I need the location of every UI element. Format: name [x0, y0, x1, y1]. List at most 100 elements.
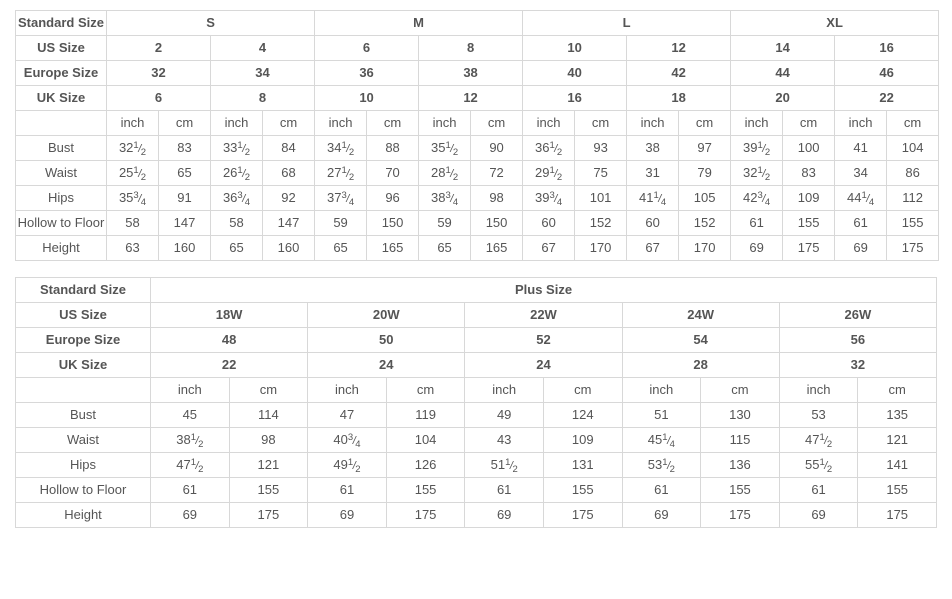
fraction: 1/2 [347, 456, 361, 475]
standard-size-table: Standard Size S M L XL US Size 2 4 6 8 10 12 14… [15, 10, 940, 261]
unit-cell-inch-10: inch [626, 110, 680, 136]
plus-measurement-value-bust-1: 114 [228, 402, 309, 428]
measurement-value-bust-5: 88 [366, 135, 420, 161]
us-size-cell-7: 16 [834, 35, 940, 61]
plus-unit-cell-cm-7: cm [700, 377, 780, 403]
measurement-value-hips-7: 98 [470, 185, 524, 211]
us-size-cell-2: 6 [314, 35, 420, 61]
measurement-value-hollow-to-floor-15: 155 [886, 210, 940, 236]
measurement-value-bust-15: 104 [886, 135, 940, 161]
plus-measurement-value-hips-7: 136 [700, 452, 780, 478]
fraction: 1/2 [341, 164, 355, 183]
measurement-value-bust-8: 361/2 [522, 135, 576, 161]
plus-measurement-row-bust: Bust 45 114 47 119 49 124 51 130 53 135 [15, 402, 938, 428]
fraction: 1/2 [505, 456, 518, 475]
plus-measurement-value-hollow-to-floor-2: 61 [307, 477, 387, 503]
europe-size-cell-4: 40 [522, 60, 628, 86]
plus-europe-size-cell-4: 56 [778, 327, 938, 353]
plus-measurement-value-hollow-to-floor-3: 155 [385, 477, 466, 503]
uk-size-row: UK Size 6 8 10 12 16 18 20 22 [15, 85, 940, 111]
measurement-value-hollow-to-floor-12: 61 [730, 210, 784, 236]
fraction: 1/4 [653, 189, 667, 208]
measurement-row-height: Height 63 160 65 160 65 165 65 165 67 170 67 170 69 17… [15, 235, 940, 261]
plus-uk-size-cell-3: 28 [621, 352, 780, 378]
measurement-row-bust: Bust 321/2 83 331/2 84 341/2 88 351/2 90 361/2 93 3… [15, 135, 940, 161]
measurement-value-hollow-to-floor-2: 58 [210, 210, 263, 236]
row-header-us-size: US Size [15, 35, 107, 61]
us-size-cell-3: 8 [418, 35, 524, 61]
measurement-value-hips-11: 105 [678, 185, 732, 211]
plus-unit-cell-inch-0: inch [150, 377, 230, 403]
measurement-value-waist-14: 34 [834, 160, 888, 186]
fraction: 1/2 [341, 139, 355, 158]
measurement-value-height-11: 170 [678, 235, 732, 261]
plus-us-size-cell-2: 22W [464, 302, 623, 328]
plus-measurement-value-hips-8: 551/2 [778, 452, 859, 478]
uk-size-cell-2: 10 [314, 85, 420, 111]
europe-size-cell-3: 38 [418, 60, 524, 86]
plus-uk-size-cell-4: 32 [778, 352, 938, 378]
measurement-value-waist-1: 65 [158, 160, 211, 186]
plus-measurement-value-hollow-to-floor-9: 155 [857, 477, 938, 503]
plus-row-header-standard-size: Standard Size [15, 277, 151, 303]
fraction: 1/2 [445, 164, 459, 183]
us-size-cell-0: 2 [106, 35, 211, 61]
measurement-value-hollow-to-floor-7: 150 [470, 210, 524, 236]
us-size-cell-5: 12 [626, 35, 732, 61]
measurement-value-hollow-to-floor-11: 152 [678, 210, 732, 236]
plus-europe-size-cell-3: 54 [621, 327, 780, 353]
plus-measurement-value-waist-6: 451/4 [621, 427, 702, 453]
plus-measurement-value-height-0: 69 [150, 502, 230, 528]
plus-unit-row-blank [15, 377, 151, 403]
row-header-plus-europe-size: Europe Size [15, 327, 151, 353]
measurement-value-bust-13: 100 [782, 135, 836, 161]
measurement-label-waist: Waist [15, 160, 107, 186]
plus-unit-cell-inch-4: inch [464, 377, 544, 403]
measurement-value-height-15: 175 [886, 235, 940, 261]
measurement-value-waist-2: 261/2 [210, 160, 263, 186]
plus-measurement-value-hips-0: 471/2 [150, 452, 230, 478]
fraction: 1/4 [861, 189, 875, 208]
measurement-value-bust-9: 93 [574, 135, 628, 161]
measurement-value-height-3: 160 [261, 235, 316, 261]
plus-measurement-value-hollow-to-floor-0: 61 [150, 477, 230, 503]
plus-measurement-value-height-3: 175 [385, 502, 466, 528]
unit-cell-inch-0: inch [106, 110, 159, 136]
measurement-label-hips: Hips [15, 185, 107, 211]
plus-measurement-value-bust-4: 49 [464, 402, 544, 428]
plus-measurement-value-bust-0: 45 [150, 402, 230, 428]
uk-size-cell-0: 6 [106, 85, 211, 111]
measurement-value-waist-5: 70 [366, 160, 420, 186]
measurement-value-hollow-to-floor-3: 147 [261, 210, 316, 236]
measurement-value-height-7: 165 [470, 235, 524, 261]
measurement-value-bust-14: 41 [834, 135, 888, 161]
plus-measurement-value-waist-8: 471/2 [778, 427, 859, 453]
unit-cell-cm-11: cm [678, 110, 732, 136]
measurement-value-bust-1: 83 [158, 135, 211, 161]
plus-measurement-value-hollow-to-floor-8: 61 [778, 477, 859, 503]
measurement-value-hollow-to-floor-10: 60 [626, 210, 680, 236]
plus-uk-size-cell-2: 24 [464, 352, 623, 378]
measurement-value-bust-0: 321/2 [106, 135, 159, 161]
plus-us-size-row: US Size 18W 20W 22W 24W 26W [15, 302, 938, 328]
unit-cell-inch-4: inch [314, 110, 368, 136]
europe-size-row: Europe Size 32 34 36 38 40 42 44 46 [15, 60, 940, 86]
plus-measurement-value-bust-2: 47 [307, 402, 387, 428]
fraction: 3/4 [341, 189, 355, 208]
plus-measurement-value-waist-0: 381/2 [150, 427, 230, 453]
europe-size-cell-5: 42 [626, 60, 732, 86]
plus-measurement-row-height: Height 69 175 69 175 69 175 69 175 69 175 [15, 502, 938, 528]
plus-unit-cell-inch-8: inch [778, 377, 859, 403]
fraction: 1/2 [757, 139, 771, 158]
measurement-value-bust-10: 38 [626, 135, 680, 161]
measurement-value-hips-1: 91 [158, 185, 211, 211]
plus-measurement-value-hips-2: 491/2 [307, 452, 387, 478]
plus-measurement-value-hips-5: 131 [542, 452, 623, 478]
uk-size-cell-6: 20 [730, 85, 836, 111]
plus-unit-cell-cm-9: cm [857, 377, 938, 403]
plus-measurement-value-waist-5: 109 [542, 427, 623, 453]
measurement-value-waist-13: 83 [782, 160, 836, 186]
measurement-label-height: Height [15, 235, 107, 261]
measurement-value-waist-8: 291/2 [522, 160, 576, 186]
plus-measurement-row-hips: Hips 471/2 121 491/2 126 511/2 131 531/2 136 551/… [15, 452, 938, 478]
